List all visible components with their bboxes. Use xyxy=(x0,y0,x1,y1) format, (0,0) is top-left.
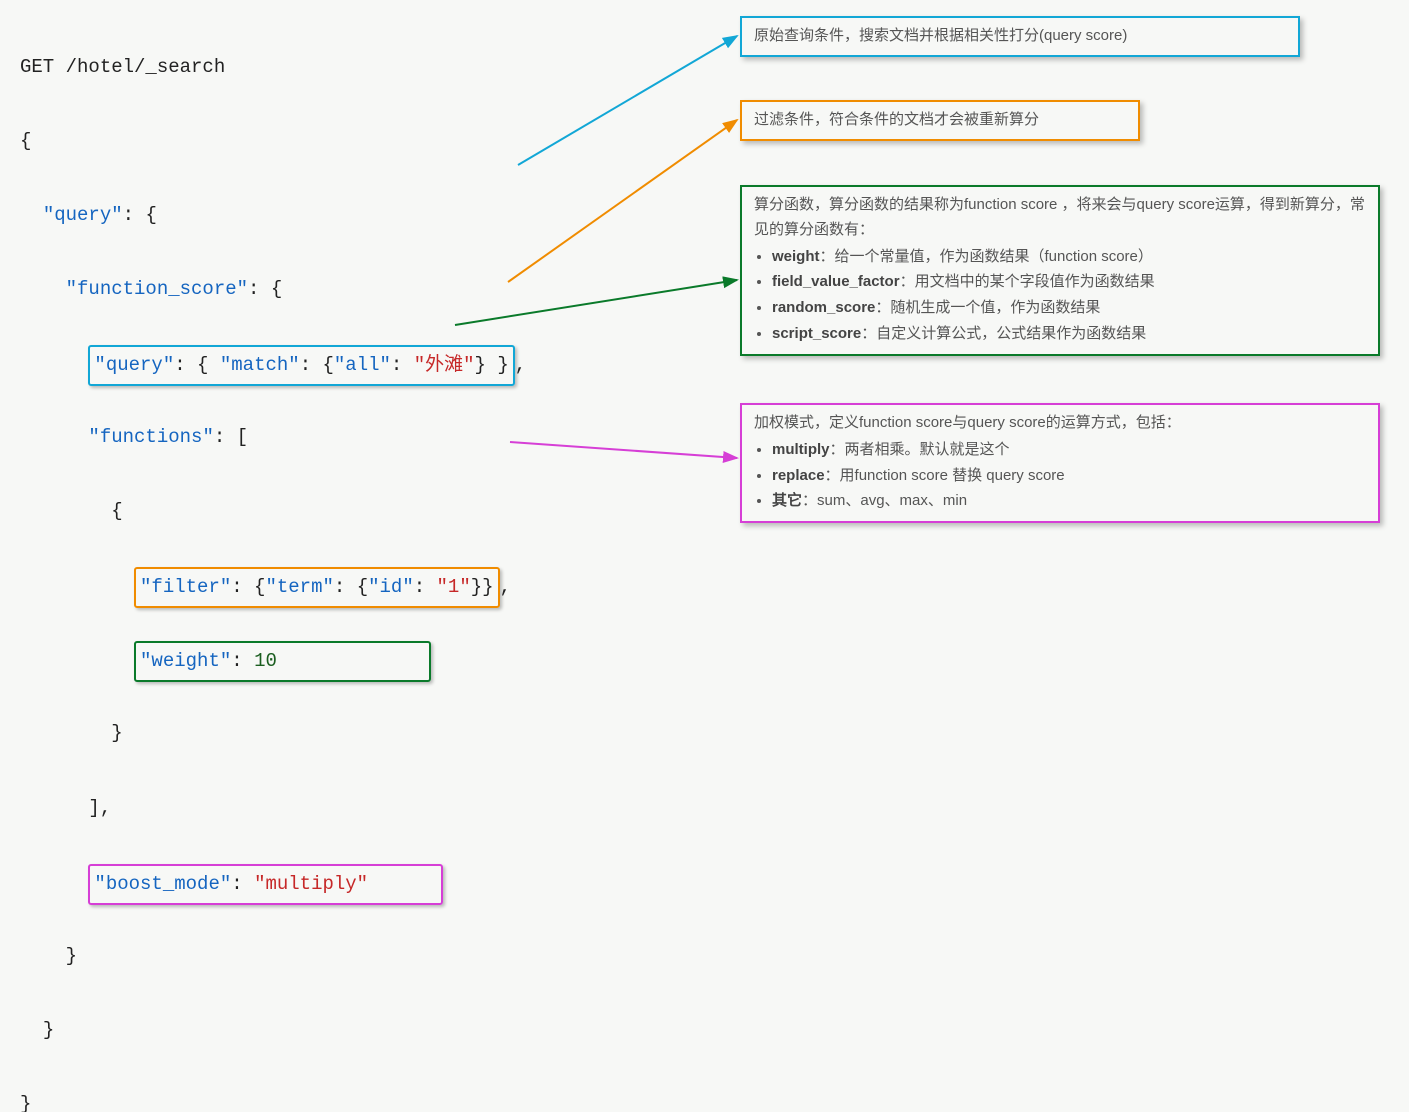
punct: ], xyxy=(88,797,111,819)
json-key: "all" xyxy=(334,354,391,376)
punct: , xyxy=(515,354,526,376)
punct: : xyxy=(414,576,437,598)
list-item: multiply：两者相乘。默认就是这个 xyxy=(772,438,1366,463)
json-key: "match" xyxy=(220,354,300,376)
brace: } xyxy=(43,1019,54,1041)
list-item: replace：用function score 替换 query score xyxy=(772,464,1366,489)
punct: : { xyxy=(300,354,334,376)
json-key: "id" xyxy=(368,576,414,598)
list-item: script_score：自定义计算公式，公式结果作为函数结果 xyxy=(772,322,1366,347)
query-box: "query": { "match": {"all": "外滩"} } xyxy=(88,345,514,386)
callout-intro: 加权模式，定义function score与query score的运算方式，包… xyxy=(754,414,1181,431)
callout-filter: 过滤条件，符合条件的文档才会被重新算分 xyxy=(740,100,1140,141)
callout-functions: 算分函数，算分函数的结果称为function score ，将来会与query … xyxy=(740,185,1380,356)
punct: : xyxy=(231,873,254,895)
punct: : { xyxy=(174,354,220,376)
weight-box: "weight": 10 xyxy=(134,641,431,682)
punct: : { xyxy=(123,204,157,226)
callout-list: multiply：两者相乘。默认就是这个 replace：用function s… xyxy=(754,438,1366,514)
brace: { xyxy=(20,130,31,152)
boost-mode-box: "boost_mode": "multiply" xyxy=(88,864,442,905)
brace: } xyxy=(66,945,77,967)
callout-boost-mode: 加权模式，定义function score与query score的运算方式，包… xyxy=(740,403,1380,523)
json-key: "filter" xyxy=(140,576,231,598)
json-key: "term" xyxy=(265,576,333,598)
brace: } xyxy=(111,722,122,744)
json-key: "function_score" xyxy=(66,278,248,300)
list-item: random_score：随机生成一个值，作为函数结果 xyxy=(772,296,1366,321)
punct: : xyxy=(391,354,414,376)
punct: , xyxy=(500,576,511,598)
filter-box: "filter": {"term": {"id": "1"}} xyxy=(134,567,500,608)
json-string: "外滩" xyxy=(414,354,475,376)
callout-list: weight：给一个常量值，作为函数结果（function score） fie… xyxy=(754,245,1366,347)
json-key: "boost_mode" xyxy=(94,873,231,895)
brace: { xyxy=(111,500,122,522)
list-item: field_value_factor：用文档中的某个字段值作为函数结果 xyxy=(772,270,1366,295)
json-key: "query" xyxy=(94,354,174,376)
callout-intro: 算分函数，算分函数的结果称为function score ，将来会与query … xyxy=(754,196,1365,238)
punct: : [ xyxy=(214,426,248,448)
punct: : { xyxy=(248,278,282,300)
list-item: weight：给一个常量值，作为函数结果（function score） xyxy=(772,245,1366,270)
json-key: "functions" xyxy=(88,426,213,448)
punct: }} xyxy=(471,576,494,598)
punct: } } xyxy=(475,354,509,376)
json-number: 10 xyxy=(254,650,277,672)
code-text: GET /hotel/_search xyxy=(20,56,225,78)
callout-text: 过滤条件，符合条件的文档才会被重新算分 xyxy=(754,111,1039,128)
code-block: GET /hotel/_search { "query": { "functio… xyxy=(20,12,1389,1112)
json-string: "1" xyxy=(437,576,471,598)
json-key: "weight" xyxy=(140,650,231,672)
callout-text: 原始查询条件，搜索文档并根据相关性打分(query score) xyxy=(754,27,1127,44)
json-string: "multiply" xyxy=(254,873,368,895)
callout-query: 原始查询条件，搜索文档并根据相关性打分(query score) xyxy=(740,16,1300,57)
brace: } xyxy=(20,1093,31,1112)
punct: : { xyxy=(231,576,265,598)
punct: : xyxy=(231,650,254,672)
punct: : { xyxy=(334,576,368,598)
json-key: "query" xyxy=(43,204,123,226)
list-item: 其它：sum、avg、max、min xyxy=(772,489,1366,514)
